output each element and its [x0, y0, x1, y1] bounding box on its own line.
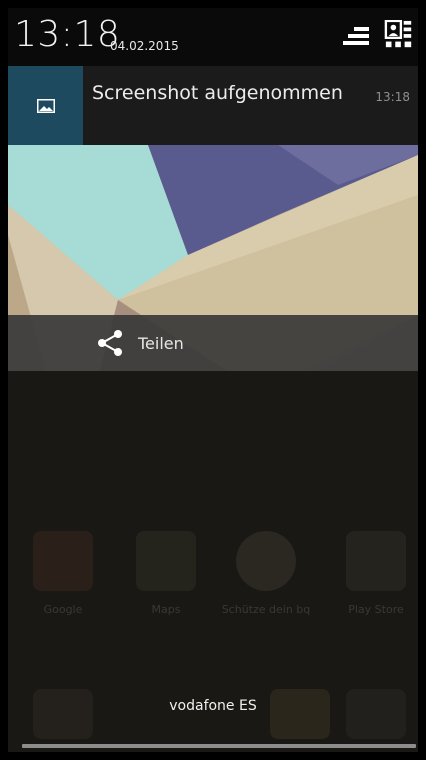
- screen-frame: 13:18 04.02.2015 Screenshot aufgenommen …: [0, 0, 426, 760]
- screenshot-notification[interactable]: Screenshot aufgenommen 13:18: [8, 66, 418, 145]
- image-icon: [36, 98, 55, 113]
- share-label: Teilen: [138, 333, 184, 353]
- notification-icon-box: [8, 66, 83, 145]
- notification-shade: 13:18 04.02.2015 Screenshot aufgenommen …: [8, 8, 418, 752]
- dock-app-icon: [270, 689, 330, 739]
- google-app-icon: [33, 531, 93, 591]
- dock-app-icon: [33, 689, 93, 739]
- dock-app-icon: [346, 689, 406, 739]
- notification-action-bar: Teilen: [8, 315, 418, 371]
- shade-drag-handle[interactable]: [22, 744, 416, 748]
- share-button[interactable]: Teilen: [96, 325, 184, 361]
- quick-settings-bars-icon[interactable]: [342, 22, 372, 52]
- carrier-label: vodafone ES: [169, 698, 257, 714]
- notification-time: 13:18: [375, 90, 410, 104]
- share-icon: [98, 330, 122, 356]
- bq-app-icon: [236, 531, 296, 591]
- app-label: Play Store: [348, 603, 404, 616]
- app-label: Maps: [151, 603, 181, 616]
- maps-app-icon: [136, 531, 196, 591]
- dimmed-home-screen: Google Maps Schütze dein bq Play Store: [8, 371, 418, 752]
- clock: 13:18: [14, 14, 121, 55]
- date: 04.02.2015: [110, 39, 179, 53]
- notification-title: Screenshot aufgenommen: [92, 82, 343, 104]
- app-label: Google: [43, 603, 83, 616]
- status-bar: 13:18 04.02.2015: [8, 8, 418, 66]
- play-store-app-icon: [346, 531, 406, 591]
- user-grid-icon[interactable]: [384, 20, 414, 50]
- app-label: Schütze dein bq: [221, 603, 311, 616]
